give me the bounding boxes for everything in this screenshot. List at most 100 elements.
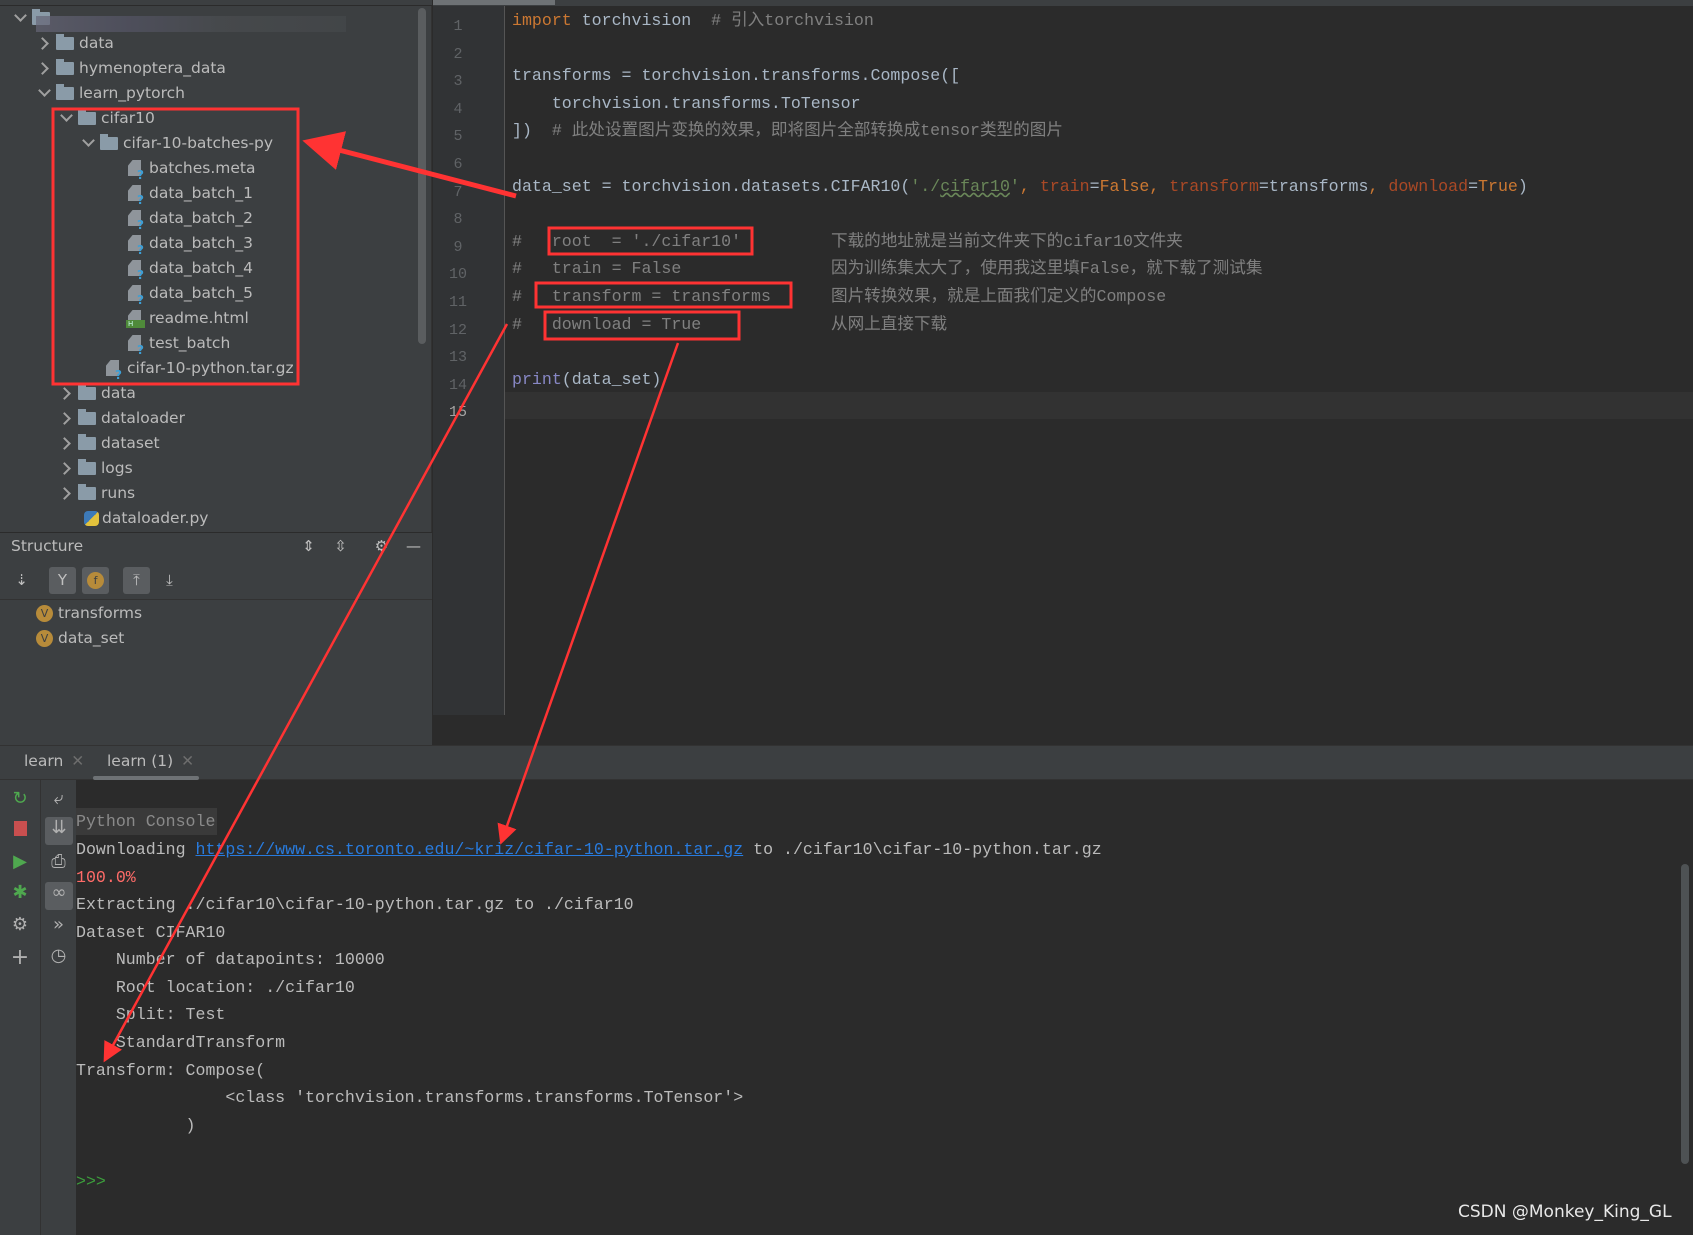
code-line[interactable]: print(data_set) xyxy=(512,366,661,393)
tree-item-data-batch-3[interactable]: ? data_batch_3 xyxy=(0,231,420,257)
tree-item-root[interactable] xyxy=(0,6,420,32)
show-variables-icon[interactable]: ∞ xyxy=(45,882,73,910)
settings-icon[interactable]: ⚙ xyxy=(0,914,40,935)
tree-item-readme-html[interactable]: Hreadme.html xyxy=(0,306,420,331)
tree-item-batches-meta[interactable]: ? batches.meta xyxy=(0,156,420,182)
close-icon[interactable]: ✕ xyxy=(71,752,84,770)
tree-item-test-batch[interactable]: ? test_batch xyxy=(0,331,420,357)
python-file-icon xyxy=(84,511,99,526)
editor-tab-strip xyxy=(433,0,1693,6)
chevron-right-icon[interactable] xyxy=(58,462,71,475)
console-prompt[interactable]: >>> xyxy=(76,1168,106,1195)
code-editor[interactable]: 1 2 3 4 5 6 7 8 9 10 11 12 13 14 15 import torchvision… xyxy=(433,0,1693,715)
rerun-icon[interactable]: ↻ xyxy=(0,788,40,809)
chevron-right-icon[interactable] xyxy=(58,387,71,400)
download-progress: 100.0% xyxy=(76,868,136,887)
line-number: 15 xyxy=(448,404,467,422)
code-line[interactable]: # train = False xyxy=(512,255,681,282)
structure-item-data-set[interactable]: Vdata_set xyxy=(36,627,124,649)
chevron-right-icon[interactable] xyxy=(36,37,49,50)
tree-item-cifar-10-batches-py[interactable]: cifar-10-batches-py xyxy=(0,131,420,156)
collapse-icon[interactable]: ⇳ xyxy=(327,533,354,560)
code-line[interactable]: # transform = transforms xyxy=(512,283,771,310)
tree-item-hymenoptera-data[interactable]: hymenoptera_data xyxy=(0,56,420,81)
code-line[interactable]: data_set = torchvision.datasets.CIFAR10(… xyxy=(512,173,1528,200)
soft-wrap-icon[interactable]: ⤶ xyxy=(41,788,76,809)
tree-item-label: cifar-10-python.tar.gz xyxy=(127,359,294,377)
chevron-right-icon[interactable] xyxy=(58,437,71,450)
chevron-down-icon[interactable] xyxy=(82,134,95,147)
tree-item-label: readme.html xyxy=(149,309,249,327)
code-token: # transform = transforms xyxy=(512,287,771,306)
tree-item-dataset[interactable]: dataset xyxy=(0,431,420,456)
tree-item-data-batch-5[interactable]: ? data_batch_5 xyxy=(0,281,420,307)
tree-item-dataloader-py[interactable]: dataloader.py xyxy=(0,506,420,531)
code-token: download xyxy=(1388,176,1469,196)
tree-item-dataloader[interactable]: dataloader xyxy=(0,406,420,431)
line-number: 10 xyxy=(448,266,467,284)
tree-item-label: data_batch_4 xyxy=(149,259,254,277)
tree-item-data[interactable]: data xyxy=(0,381,420,406)
tree-item-cifar-10-python-tar-gz[interactable]: ? cifar-10-python.tar.gz xyxy=(0,356,420,382)
tree-item-data-batch-1[interactable]: ? data_batch_1 xyxy=(0,181,420,207)
gear-icon[interactable]: ⚙ xyxy=(368,533,395,560)
project-scrollbar[interactable] xyxy=(418,8,426,344)
scroll-to-end-icon[interactable]: ⇊ xyxy=(45,817,73,845)
collapse-all-icon[interactable]: ⤓ xyxy=(156,567,183,594)
code-token: # download = True xyxy=(512,314,702,334)
project-panel: data hymenoptera_data learn_pytorch cifar10… xyxy=(0,0,432,532)
show-inherited-icon[interactable]: Y xyxy=(49,567,76,594)
history-icon[interactable]: ◷ xyxy=(41,945,76,966)
console-toolbar-right: ⤶ ⇊ ⎙ ∞ » ◷ xyxy=(40,780,76,1235)
code-line[interactable]: import torchvision # 引入torchvision xyxy=(512,7,874,34)
chevron-right-icon[interactable] xyxy=(36,62,49,75)
code-line[interactable]: ]) # 此处设置图片变换的效果，即将图片全部转换成tensor类型的图片 xyxy=(512,117,1063,144)
code-line[interactable]: # download = True xyxy=(512,311,701,338)
code-token: print xyxy=(512,369,562,389)
close-icon[interactable]: ✕ xyxy=(181,752,194,770)
download-link[interactable]: https://www.cs.toronto.edu/~kriz/cifar-1… xyxy=(196,840,744,859)
code-token: # train = False xyxy=(512,259,682,279)
code-line[interactable]: torchvision.transforms.ToTensor xyxy=(512,90,861,117)
minimize-icon[interactable]: — xyxy=(400,533,427,560)
code-token: train xyxy=(1039,176,1090,196)
code-line[interactable]: # root = './cifar10' xyxy=(512,228,741,255)
debug-icon[interactable]: ✱ xyxy=(0,882,40,903)
print-icon[interactable]: ⎙ xyxy=(41,851,76,872)
code-token: data_set = torchvision.datasets.CIFAR10( xyxy=(512,176,911,196)
download-suffix: to ./cifar10\cifar-10-python.tar.gz xyxy=(743,840,1102,859)
structure-item-transforms[interactable]: Vtransforms xyxy=(36,602,142,624)
tree-item-data-batch-4[interactable]: ? data_batch_4 xyxy=(0,256,420,282)
run-icon[interactable]: ▶ xyxy=(0,851,40,872)
tree-item-data-batch-2[interactable]: ? data_batch_2 xyxy=(0,206,420,232)
chevron-right-icon[interactable] xyxy=(58,412,71,425)
stop-icon[interactable] xyxy=(0,820,40,841)
chevron-down-icon[interactable] xyxy=(38,84,51,97)
code-token: , xyxy=(1019,176,1040,196)
execute-icon[interactable]: » xyxy=(41,914,76,935)
tree-item-data[interactable]: data xyxy=(0,31,420,56)
chevron-right-icon[interactable] xyxy=(58,487,71,500)
sort-alpha-icon[interactable]: ⇣ xyxy=(8,567,35,594)
tree-item-learn-pytorch[interactable]: learn_pytorch xyxy=(0,81,420,106)
chevron-down-icon[interactable] xyxy=(14,9,27,22)
console-toolbar-left: ↻ ▶ ✱ ⚙ + xyxy=(0,780,40,1235)
tab-learn[interactable]: learn ✕ xyxy=(24,752,84,770)
tree-item-cifar10[interactable]: cifar10 xyxy=(0,106,420,131)
console-scrollbar[interactable] xyxy=(1681,864,1689,1164)
console-download-line: Downloading https://www.cs.toronto.edu/~… xyxy=(76,836,1102,863)
python-console-output[interactable]: Python Console Downloading https://www.c… xyxy=(76,780,1693,1235)
tab-label: learn xyxy=(24,752,64,770)
tab-learn-1[interactable]: learn (1) ✕ xyxy=(107,752,194,770)
expand-all-icon[interactable]: ⤒ xyxy=(123,567,150,594)
expand-icon[interactable]: ⇕ xyxy=(295,533,322,560)
variable-icon: V xyxy=(36,630,53,647)
line-number: 2 xyxy=(453,45,463,63)
tree-item-runs[interactable]: runs xyxy=(0,481,420,506)
add-icon[interactable]: + xyxy=(0,945,40,970)
show-fields-icon[interactable]: f xyxy=(82,567,109,594)
chevron-down-icon[interactable] xyxy=(60,109,73,122)
code-token: torchvision xyxy=(571,11,712,30)
code-line[interactable]: transforms = torchvision.transforms.Comp… xyxy=(512,62,960,89)
tree-item-logs[interactable]: logs xyxy=(0,456,420,481)
